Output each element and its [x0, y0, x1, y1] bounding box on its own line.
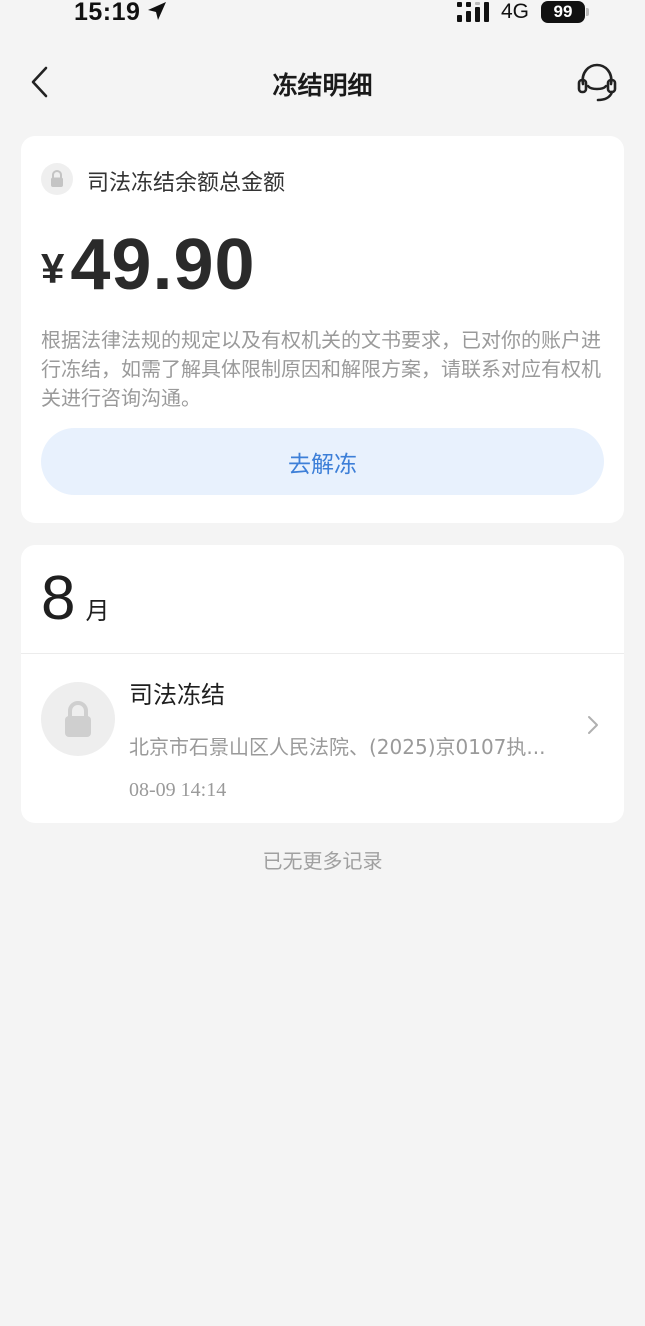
currency-symbol: ¥ [41, 245, 65, 292]
lock-icon [41, 163, 73, 195]
network-type: 4G [501, 0, 530, 23]
record-authority: 北京市石景山区人民法院、(2025)京0107执... [129, 735, 546, 759]
amount-value: 49.90 [70, 225, 256, 305]
location-arrow-icon [148, 2, 166, 20]
freeze-records-card: 8月 司法冻结 北京市石景山区人民法院、(2025)京0107执... 08-0… [21, 545, 624, 823]
month-number: 8 [41, 564, 76, 633]
record-title: 司法冻结 [129, 681, 225, 709]
record-time: 08-09 14:14 [129, 779, 227, 801]
chevron-right-icon [588, 716, 598, 734]
customer-service-icon[interactable] [574, 62, 620, 102]
lock-icon [41, 682, 115, 756]
divider [21, 653, 624, 654]
page-title: 冻结明细 [272, 71, 373, 100]
balance-label: 司法冻结余额总金额 [87, 171, 286, 196]
unfreeze-button[interactable]: 去解冻 [41, 428, 604, 495]
status-bar: 15:19 4G 99 [0, 0, 645, 30]
status-time: 15:19 [74, 0, 141, 26]
month-unit: 月 [85, 597, 110, 625]
list-item[interactable]: 司法冻结 北京市石景山区人民法院、(2025)京0107执... 08-09 1… [21, 655, 624, 821]
signal-icon [457, 2, 489, 22]
balance-amount: ¥49.90 [41, 224, 256, 306]
battery-tip [586, 8, 589, 16]
nav-bar: 冻结明细 [0, 50, 645, 114]
frozen-balance-card: 司法冻结余额总金额 ¥49.90 根据法律法规的规定以及有权机关的文书要求，已对… [21, 136, 624, 523]
freeze-description: 根据法律法规的规定以及有权机关的文书要求，已对你的账户进行冻结，如需了解具体限制… [41, 328, 601, 410]
no-more-records: 已无更多记录 [262, 849, 383, 873]
battery-icon: 99 [541, 1, 585, 23]
month-header: 8月 [41, 563, 109, 634]
